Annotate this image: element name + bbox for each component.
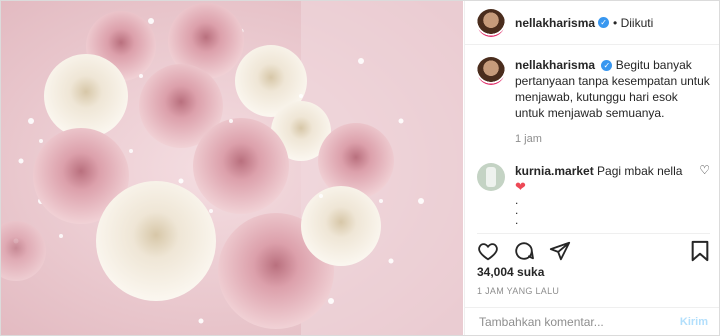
instagram-post: nellakharisma ✓ • Diikuti nellakharisma … [0,0,720,336]
share-icon[interactable] [549,240,571,262]
likes-count[interactable]: 34,004 suka [477,265,544,279]
post-header: nellakharisma ✓ • Diikuti [465,1,719,45]
roses-bouquet-image [1,1,463,335]
comment-dot: . [515,193,519,207]
post-comment-button[interactable]: Kirim [680,316,708,328]
action-bar [477,233,710,266]
commenter-avatar[interactable] [477,163,505,191]
comments-list[interactable]: nellakharisma ✓ Begitu banyak pertanyaan… [477,57,710,227]
caption-username[interactable]: nellakharisma [515,58,595,72]
commenter-username[interactable]: kurnia.market [515,164,594,178]
verified-badge-icon: ✓ [598,17,610,28]
heart-icon[interactable] [477,240,499,262]
caption: nellakharisma ✓ Begitu banyak pertanyaan… [477,57,710,147]
post-timestamp[interactable]: 1 JAM YANG LALU [477,286,559,296]
bookmark-icon[interactable] [690,240,710,262]
verified-badge-icon: ✓ [601,60,613,72]
caption-time[interactable]: 1 jam [515,131,710,147]
post-side-panel: nellakharisma ✓ • Diikuti nellakharisma … [464,1,719,335]
comment-like-heart-icon[interactable]: ♡ [699,163,710,177]
comment-item: kurnia.market Pagi mbak nella ❤ . . . ♡ [477,163,710,227]
comment-dot: . [515,213,519,227]
post-photo[interactable] [1,1,463,335]
author-avatar[interactable] [477,8,505,37]
comment-dot: . [515,203,519,217]
author-username[interactable]: nellakharisma [515,16,595,30]
red-heart-emoji: ❤ [515,179,526,194]
add-comment-bar: Kirim [465,307,719,335]
comment-text: Pagi mbak nella [597,164,683,178]
comment-input[interactable] [477,313,680,330]
caption-avatar[interactable] [477,57,505,85]
follow-status[interactable]: • Diikuti [613,16,653,30]
comment-icon[interactable] [513,240,535,262]
